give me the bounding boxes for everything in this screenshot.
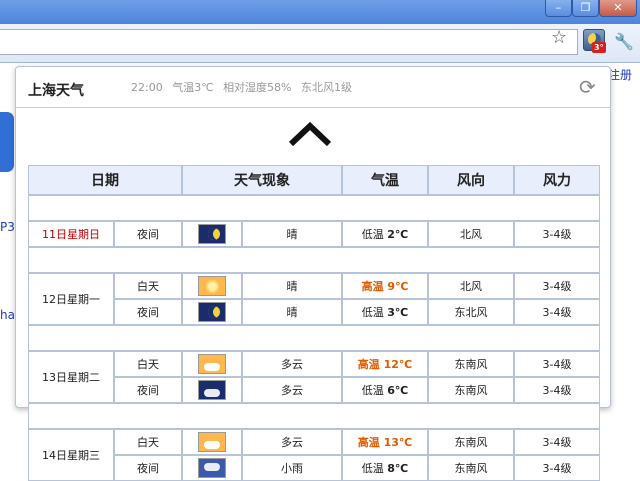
period-cell: 夜间 (114, 455, 182, 481)
header-wind-force: 风力 (514, 165, 600, 195)
cloudy-day-icon (198, 432, 226, 452)
observation-time: 22:00 (131, 81, 163, 94)
refresh-icon[interactable]: ⟳ (579, 75, 596, 99)
popup-header: 上海天气 22:00 气温3℃ 相对湿度58% 东北风1级 ⟳ (16, 67, 610, 108)
weather-cell: 多云 (242, 377, 342, 403)
period-cell: 夜间 (114, 221, 182, 247)
table-row: 13日星期二 白天 多云 高温 12℃ 东南风 3-4级 (28, 351, 600, 403)
date-cell: 13日星期二 (28, 351, 114, 403)
close-window-button[interactable]: ✕ (599, 0, 637, 17)
table-row: 夜间 多云 低温 6℃ 东南风 3-4级 (28, 377, 600, 403)
table-row: 14日星期三 白天 多云 高温 13℃ 东南风 3-4级 (28, 429, 600, 481)
moon-icon (198, 224, 226, 244)
table-header-row: 日期 天气现象 气温 风向 风力 (28, 165, 600, 195)
table-row: 夜间 小雨 低温 8℃ 东南风 3-4级 (28, 455, 600, 481)
table-row: 11日星期日 夜间 晴 低温 2℃ 北风 3-4级 (28, 221, 600, 247)
temperature-cell: 低温 8℃ (342, 455, 428, 481)
date-cell: 12日星期一 (28, 273, 114, 325)
wind-direction-cell: 东南风 (428, 351, 514, 377)
light-rain-icon (198, 458, 226, 478)
page-link-ha[interactable]: ha (0, 308, 15, 322)
wind-direction-cell: 北风 (428, 221, 514, 247)
extension-badge: 3° (592, 42, 606, 53)
wind-force-cell: 3-4级 (514, 299, 600, 325)
period-cell: 夜间 (114, 299, 182, 325)
wind-force-cell: 3-4级 (514, 377, 600, 403)
forecast-table: 日期 天气现象 气温 风向 风力 11日星期日 夜间 晴 低温 2℃ 北风 3-… (28, 165, 600, 481)
wind-force-cell: 3-4级 (514, 455, 600, 481)
chevron-up-icon[interactable] (287, 120, 333, 148)
wind-direction-cell: 东南风 (428, 429, 514, 455)
wind-direction-cell: 北风 (428, 273, 514, 299)
table-row: 夜间 晴 低温 3℃ 东北风 3-4级 (28, 299, 600, 325)
wind-direction-cell: 东北风 (428, 299, 514, 325)
weather-cell: 晴 (242, 299, 342, 325)
address-bar[interactable] (0, 29, 578, 55)
table-row: 12日星期一 白天 晴 高温 9℃ 北风 3-4级 (28, 273, 600, 325)
city-name: 上海天气 (28, 83, 84, 99)
header-weather: 天气现象 (182, 165, 342, 195)
temperature-cell: 高温 13℃ (342, 429, 428, 455)
bookmark-star-icon[interactable]: ☆ (551, 27, 567, 48)
wind-force-cell: 3-4级 (514, 429, 600, 455)
weather-cell: 小雨 (242, 455, 342, 481)
period-cell: 白天 (114, 351, 182, 377)
wrench-icon[interactable]: 🔧 (614, 32, 634, 51)
current-conditions: 22:00 气温3℃ 相对湿度58% 东北风1级 (131, 79, 358, 95)
wind-direction-cell: 东南风 (428, 377, 514, 403)
moon-icon (198, 302, 226, 322)
current-humidity: 相对湿度58% (223, 81, 292, 94)
temperature-cell: 高温 9℃ (342, 273, 428, 299)
current-wind: 东北风1级 (301, 81, 353, 94)
temperature-cell: 低温 3℃ (342, 299, 428, 325)
page-link-p3[interactable]: P3 (0, 220, 15, 234)
cloudy-day-icon (198, 354, 226, 374)
header-date: 日期 (28, 165, 182, 195)
date-cell: 14日星期三 (28, 429, 114, 481)
sun-icon (198, 276, 226, 296)
weather-popup: 上海天气 22:00 气温3℃ 相对湿度58% 东北风1级 ⟳ 日期 天气现象 … (15, 66, 611, 481)
header-temperature: 气温 (342, 165, 428, 195)
browser-toolbar: ☆ 3° 🔧 (0, 24, 640, 63)
minimize-button[interactable]: – (545, 0, 572, 17)
date-cell: 11日星期日 (28, 221, 114, 247)
wind-force-cell: 3-4级 (514, 351, 600, 377)
weather-cell: 多云 (242, 351, 342, 377)
header-wind-direction: 风向 (428, 165, 514, 195)
current-temperature: 气温3℃ (172, 81, 214, 94)
period-cell: 夜间 (114, 377, 182, 403)
window-titlebar: – ❐ ✕ (0, 0, 640, 24)
wind-force-cell: 3-4级 (514, 221, 600, 247)
page-logo-fragment (0, 112, 14, 172)
temperature-cell: 低温 2℃ (342, 221, 428, 247)
weather-cell: 多云 (242, 429, 342, 455)
period-cell: 白天 (114, 273, 182, 299)
period-cell: 白天 (114, 429, 182, 455)
weather-cell: 晴 (242, 273, 342, 299)
wind-force-cell: 3-4级 (514, 273, 600, 299)
wind-direction-cell: 东南风 (428, 455, 514, 481)
weather-cell: 晴 (242, 221, 342, 247)
temperature-cell: 低温 6℃ (342, 377, 428, 403)
temperature-cell: 高温 12℃ (342, 351, 428, 377)
register-link[interactable]: 注册 (608, 66, 632, 83)
restore-button[interactable]: ❐ (572, 0, 599, 17)
cloudy-night-icon (198, 380, 226, 400)
